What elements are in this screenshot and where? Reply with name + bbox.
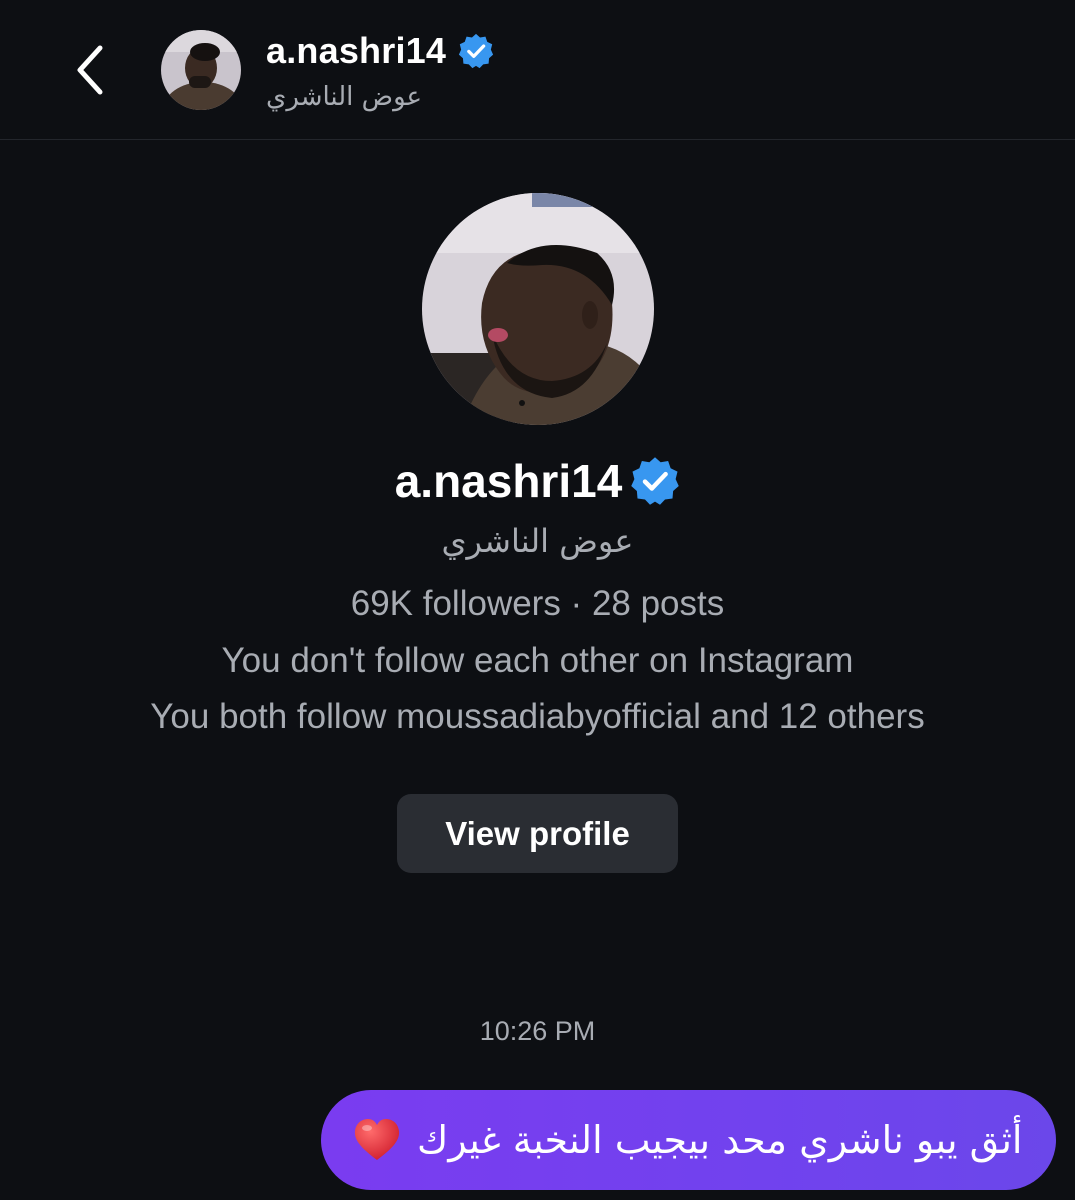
follow-status: You don't follow each other on Instagram bbox=[221, 641, 854, 680]
red-heart-icon bbox=[353, 1118, 401, 1162]
back-button[interactable] bbox=[60, 40, 120, 100]
profile-avatar[interactable] bbox=[422, 193, 654, 425]
header-avatar[interactable] bbox=[161, 30, 241, 110]
profile-username-row: a.nashri14 bbox=[0, 452, 1075, 510]
view-profile-button[interactable]: View profile bbox=[397, 794, 678, 873]
mutual-followers: You both follow moussadiabyofficial and … bbox=[150, 697, 925, 736]
sent-message-bubble[interactable]: أثق يبو ناشري محد بيجيب النخبة غيرك bbox=[321, 1090, 1056, 1190]
avatar-image bbox=[161, 30, 241, 110]
profile-photo bbox=[422, 193, 654, 425]
profile-stats: 69K followers · 28 posts bbox=[350, 584, 725, 623]
profile-username: a.nashri14 bbox=[394, 455, 623, 507]
header-username-row[interactable]: a.nashri14 bbox=[266, 28, 494, 74]
header-username[interactable]: a.nashri14 bbox=[266, 30, 446, 72]
message-timestamp: 10:26 PM bbox=[479, 1016, 596, 1046]
header-fullname: عوض الناشري bbox=[266, 82, 423, 112]
verified-badge-icon bbox=[458, 33, 494, 69]
message-text: أثق يبو ناشري محد بيجيب النخبة غيرك bbox=[417, 1118, 1023, 1162]
chat-header: a.nashri14 عوض الناشري bbox=[0, 0, 1075, 140]
verified-badge-icon bbox=[630, 456, 680, 506]
profile-fullname: عوض الناشري bbox=[441, 522, 634, 560]
chevron-left-icon bbox=[77, 45, 103, 95]
